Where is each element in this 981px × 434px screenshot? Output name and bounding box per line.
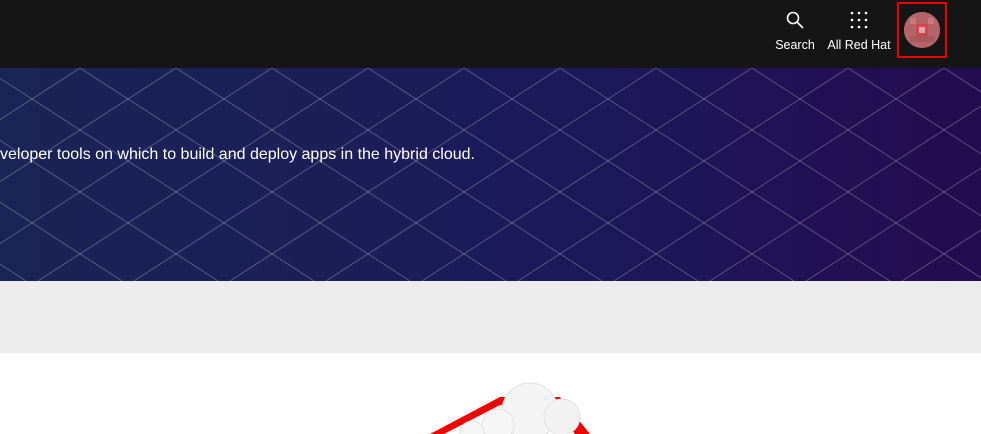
diamond-pattern-background xyxy=(0,68,981,281)
pattern-line xyxy=(325,68,657,281)
pattern-line xyxy=(367,68,699,281)
search-icon xyxy=(786,8,804,32)
pattern-line xyxy=(0,77,315,281)
pattern-line xyxy=(901,229,981,281)
all-red-hat-label: All Red Hat xyxy=(827,38,891,52)
search-button[interactable]: Search xyxy=(772,8,818,58)
pattern-line xyxy=(847,68,981,155)
pattern-line xyxy=(229,68,561,281)
pattern-line xyxy=(613,68,945,281)
cloud-illustration xyxy=(430,382,590,434)
main-content-area xyxy=(0,353,981,434)
pattern-line xyxy=(0,68,273,245)
grid-icon xyxy=(850,8,868,32)
user-avatar xyxy=(904,12,940,48)
gray-section-band xyxy=(0,281,981,353)
pattern-line xyxy=(175,68,507,281)
hero-description: veloper tools on which to build and depl… xyxy=(0,146,475,163)
pattern-line xyxy=(709,105,981,281)
pattern-line xyxy=(751,68,981,217)
hero-banner: veloper tools on which to build and depl… xyxy=(0,68,981,281)
pattern-line xyxy=(421,68,753,281)
pattern-line xyxy=(37,68,369,281)
pattern-line xyxy=(79,68,411,281)
top-navigation-bar: Search All Red Hat xyxy=(0,0,981,68)
pattern-line xyxy=(133,68,465,281)
pattern-line xyxy=(943,68,981,93)
pattern-line xyxy=(463,68,795,281)
pattern-line xyxy=(0,201,123,281)
search-label: Search xyxy=(775,38,815,52)
pattern-line xyxy=(0,263,27,281)
pattern-line xyxy=(559,68,891,281)
pattern-line xyxy=(271,68,603,281)
user-menu-button[interactable] xyxy=(897,2,947,58)
pattern-line xyxy=(517,68,849,281)
pattern-line xyxy=(655,68,981,279)
all-red-hat-button[interactable]: All Red Hat xyxy=(826,8,892,58)
